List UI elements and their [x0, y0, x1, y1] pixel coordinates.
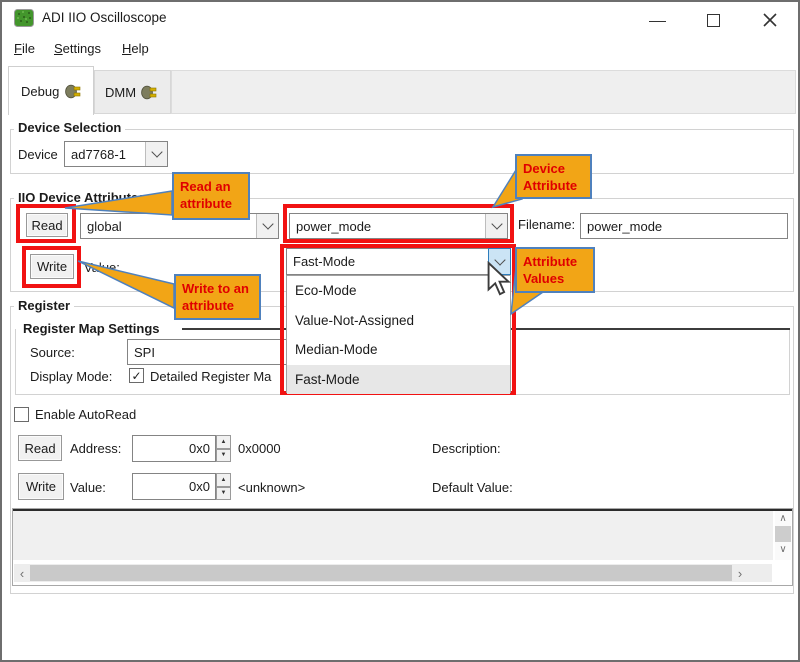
maximize-icon — [707, 14, 720, 27]
tab-strip-filler — [171, 70, 796, 114]
spin-up-icon[interactable]: ▲ — [216, 435, 231, 449]
minimize-button[interactable] — [642, 2, 684, 32]
attr-value-combobox[interactable]: Fast-Mode — [286, 248, 511, 275]
spin-up-icon[interactable]: ▲ — [216, 473, 231, 487]
display-mode-label: Display Mode: — [30, 369, 112, 385]
filename-field[interactable]: power_mode — [580, 213, 788, 239]
chevron-down-icon[interactable] — [145, 142, 167, 166]
address-readout: 0x0000 — [238, 441, 281, 457]
scroll-left-icon[interactable]: ‹ — [14, 564, 30, 582]
scroll-right-icon[interactable]: › — [732, 564, 748, 582]
menu-bar: File Settings Help — [2, 32, 798, 62]
register-value-stepper[interactable]: ▲ ▼ — [216, 473, 231, 500]
menu-file[interactable]: File — [14, 41, 35, 57]
tab-debug-label: Debug — [21, 84, 59, 99]
register-map-canvas[interactable] — [13, 511, 773, 560]
address-stepper[interactable]: ▲ ▼ — [216, 435, 231, 462]
dropdown-option[interactable]: Eco-Mode — [287, 276, 510, 306]
address-label: Address: — [70, 441, 121, 457]
callout-device-attribute: Device Attribute — [515, 154, 592, 199]
plug-icon — [65, 84, 81, 99]
register-read-button[interactable]: Read — [18, 435, 62, 461]
menu-help[interactable]: Help — [122, 41, 149, 57]
close-button[interactable] — [752, 2, 798, 32]
spin-down-icon[interactable]: ▼ — [216, 487, 231, 501]
horizontal-scrollbar-thumb[interactable] — [30, 565, 732, 581]
tab-dmm[interactable]: DMM — [94, 70, 171, 114]
plug-icon — [141, 85, 157, 100]
vertical-scrollbar-thumb[interactable] — [775, 526, 791, 542]
register-map-settings-title: Register Map Settings — [19, 321, 164, 337]
description-label: Description: — [432, 441, 501, 457]
title-bar: ADI IIO Oscilloscope — [2, 2, 798, 32]
callout-pointer — [62, 187, 177, 222]
vertical-scrollbar[interactable]: ∧ ∨ — [775, 511, 791, 560]
scroll-up-icon[interactable]: ∧ — [775, 511, 791, 526]
display-mode-checkbox[interactable]: ✓ — [129, 368, 144, 383]
attr-value-dropdown-list: Eco-Mode Value-Not-Assigned Median-Mode … — [286, 275, 511, 393]
register-value-label: Value: — [70, 480, 106, 496]
dropdown-option[interactable]: Median-Mode — [287, 335, 510, 365]
menu-settings[interactable]: Settings — [54, 41, 101, 57]
address-input[interactable]: 0x0 — [132, 435, 216, 462]
tab-dmm-label: DMM — [105, 85, 136, 100]
enable-autoread-checkbox[interactable] — [14, 407, 29, 422]
device-selection-title: Device Selection — [14, 120, 125, 136]
write-button-highlight — [22, 246, 81, 288]
default-value-label: Default Value: — [432, 480, 513, 496]
attr-value-combobox-value: Fast-Mode — [287, 249, 489, 274]
callout-write-attribute: Write to an attribute — [174, 274, 261, 320]
chevron-down-icon[interactable] — [256, 214, 278, 238]
device-combobox[interactable]: ad7768-1 — [64, 141, 168, 167]
minimize-icon — [649, 21, 666, 22]
horizontal-scrollbar[interactable]: ‹ › — [14, 564, 772, 582]
source-label: Source: — [30, 345, 75, 361]
callout-read-attribute: Read an attribute — [172, 172, 250, 220]
register-value-input[interactable]: 0x0 — [132, 473, 216, 500]
enable-autoread-label: Enable AutoRead — [35, 407, 136, 423]
window-title: ADI IIO Oscilloscope — [42, 10, 167, 26]
scroll-down-icon[interactable]: ∨ — [775, 542, 791, 557]
dropdown-option-highlighted[interactable]: Fast-Mode — [287, 365, 510, 395]
spin-down-icon[interactable]: ▼ — [216, 449, 231, 463]
device-label: Device — [18, 147, 58, 163]
device-attribute-highlight — [283, 204, 514, 243]
register-value-readout: <unknown> — [238, 480, 305, 496]
tab-debug[interactable]: Debug — [8, 66, 94, 115]
register-title: Register — [14, 298, 74, 314]
dropdown-option[interactable]: Value-Not-Assigned — [287, 306, 510, 336]
mouse-cursor-icon — [486, 261, 512, 297]
app-icon — [14, 9, 34, 27]
callout-attribute-values: Attribute Values — [515, 247, 595, 293]
callout-pointer — [74, 254, 179, 314]
maximize-button[interactable] — [698, 2, 740, 32]
device-combobox-value: ad7768-1 — [65, 142, 145, 166]
filename-label: Filename: — [518, 217, 575, 233]
checkmark-icon: ✓ — [131, 369, 141, 383]
close-icon — [762, 12, 778, 28]
display-mode-option-label: Detailed Register Ma — [150, 369, 271, 385]
register-write-button[interactable]: Write — [18, 473, 64, 500]
app-window: ADI IIO Oscilloscope File Settings Help … — [0, 0, 800, 662]
